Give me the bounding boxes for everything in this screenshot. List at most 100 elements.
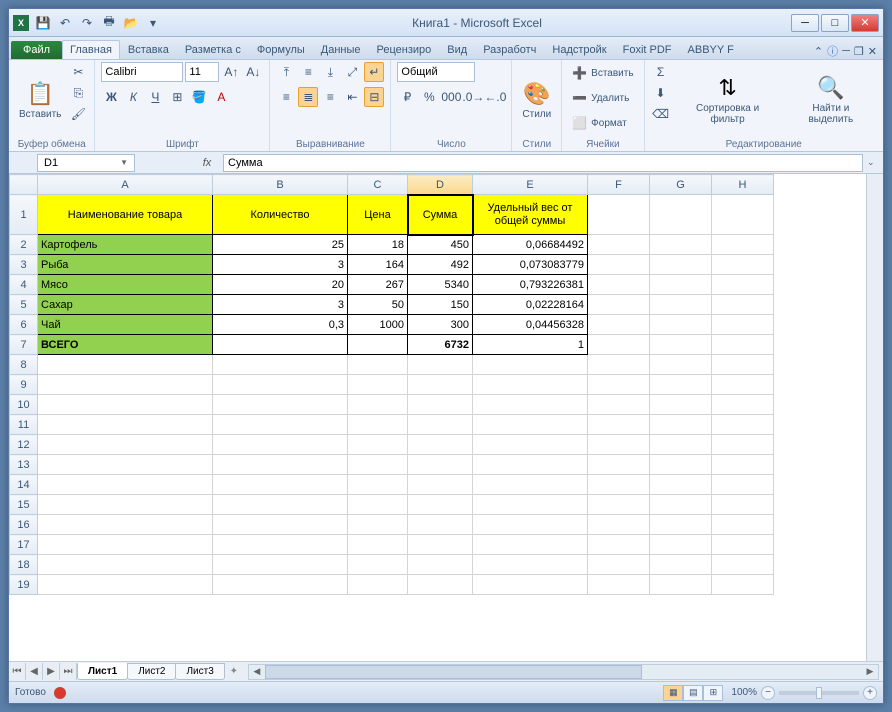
cell-G11[interactable] [650, 415, 712, 435]
cell-G3[interactable] [650, 255, 712, 275]
cell-H6[interactable] [712, 315, 774, 335]
cell-B2[interactable]: 25 [213, 235, 348, 255]
cell-D2[interactable]: 450 [408, 235, 473, 255]
decrease-indent-icon[interactable]: ⇤ [342, 87, 362, 107]
column-header-B[interactable]: B [213, 175, 348, 195]
help-icon[interactable]: ⓘ [827, 43, 838, 59]
cut-icon[interactable]: ✂ [68, 62, 88, 82]
cell-E1[interactable]: Удельный вес от общей суммы [473, 195, 588, 235]
orientation-icon[interactable]: ⤢ [342, 62, 362, 82]
sheet-nav-next-icon[interactable]: ▶ [43, 663, 60, 680]
cell-E13[interactable] [473, 455, 588, 475]
styles-button[interactable]: 🎨 Стили [518, 62, 555, 138]
minimize-ribbon-icon[interactable]: ⌃ [814, 45, 823, 58]
fill-icon[interactable]: ⬇ [651, 83, 671, 103]
cell-H2[interactable] [712, 235, 774, 255]
sheet-tab-Лист2[interactable]: Лист2 [127, 663, 176, 680]
bold-button[interactable]: Ж [101, 87, 121, 107]
row-header-15[interactable]: 15 [10, 495, 38, 515]
cell-A4[interactable]: Мясо [38, 275, 213, 295]
cell-B4[interactable]: 20 [213, 275, 348, 295]
cell-B9[interactable] [213, 375, 348, 395]
cell-A13[interactable] [38, 455, 213, 475]
cell-E18[interactable] [473, 555, 588, 575]
cell-F18[interactable] [588, 555, 650, 575]
cell-B1[interactable]: Количество [213, 195, 348, 235]
cell-B14[interactable] [213, 475, 348, 495]
find-select-button[interactable]: 🔍 Найти и выделить [785, 62, 877, 138]
cell-A6[interactable]: Чай [38, 315, 213, 335]
row-header-5[interactable]: 5 [10, 295, 38, 315]
cell-G13[interactable] [650, 455, 712, 475]
horizontal-scrollbar[interactable]: ◀ ▶ [248, 664, 879, 680]
cell-G12[interactable] [650, 435, 712, 455]
row-header-9[interactable]: 9 [10, 375, 38, 395]
row-header-3[interactable]: 3 [10, 255, 38, 275]
cell-C17[interactable] [348, 535, 408, 555]
cell-F12[interactable] [588, 435, 650, 455]
cell-E4[interactable]: 0,793226381 [473, 275, 588, 295]
cell-F10[interactable] [588, 395, 650, 415]
clear-icon[interactable]: ⌫ [651, 104, 671, 124]
cell-A8[interactable] [38, 355, 213, 375]
cell-B8[interactable] [213, 355, 348, 375]
cell-D13[interactable] [408, 455, 473, 475]
undo-icon[interactable]: ↶ [55, 13, 75, 33]
cell-E6[interactable]: 0,04456328 [473, 315, 588, 335]
open-icon[interactable]: 📂 [121, 13, 141, 33]
column-header-A[interactable]: A [38, 175, 213, 195]
cell-C3[interactable]: 164 [348, 255, 408, 275]
zoom-in-button[interactable]: + [863, 686, 877, 700]
cell-C2[interactable]: 18 [348, 235, 408, 255]
normal-view-button[interactable]: ▦ [663, 685, 683, 701]
cell-D6[interactable]: 300 [408, 315, 473, 335]
cell-G5[interactable] [650, 295, 712, 315]
group-label-styles[interactable]: Стили [518, 138, 555, 151]
cell-B7[interactable] [213, 335, 348, 355]
cell-B10[interactable] [213, 395, 348, 415]
tab-abbyy f[interactable]: ABBYY F [680, 40, 742, 59]
row-header-7[interactable]: 7 [10, 335, 38, 355]
cell-C14[interactable] [348, 475, 408, 495]
cell-H13[interactable] [712, 455, 774, 475]
cell-A15[interactable] [38, 495, 213, 515]
tab-формулы[interactable]: Формулы [249, 40, 313, 59]
macro-record-icon[interactable] [54, 687, 66, 699]
font-name-combo[interactable] [101, 62, 183, 82]
row-header-10[interactable]: 10 [10, 395, 38, 415]
cell-F14[interactable] [588, 475, 650, 495]
autosum-icon[interactable]: Σ [651, 62, 671, 82]
cell-C6[interactable]: 1000 [348, 315, 408, 335]
cell-D19[interactable] [408, 575, 473, 595]
cell-D14[interactable] [408, 475, 473, 495]
comma-icon[interactable]: 000 [441, 87, 461, 107]
cell-H5[interactable] [712, 295, 774, 315]
file-tab[interactable]: Файл [11, 41, 62, 59]
row-header-17[interactable]: 17 [10, 535, 38, 555]
cell-G17[interactable] [650, 535, 712, 555]
cell-C8[interactable] [348, 355, 408, 375]
copy-icon[interactable]: ⎘ [68, 83, 88, 103]
cell-F13[interactable] [588, 455, 650, 475]
sheet-tab-Лист3[interactable]: Лист3 [175, 663, 224, 680]
column-header-C[interactable]: C [348, 175, 408, 195]
cell-D10[interactable] [408, 395, 473, 415]
cell-H15[interactable] [712, 495, 774, 515]
row-header-13[interactable]: 13 [10, 455, 38, 475]
column-header-E[interactable]: E [473, 175, 588, 195]
cell-F2[interactable] [588, 235, 650, 255]
cell-G6[interactable] [650, 315, 712, 335]
cell-B12[interactable] [213, 435, 348, 455]
insert-cells-button[interactable]: ➕Вставить [568, 62, 637, 84]
cell-G16[interactable] [650, 515, 712, 535]
maximize-button[interactable]: □ [821, 14, 849, 32]
cell-D1[interactable]: Сумма [408, 195, 473, 235]
cell-G15[interactable] [650, 495, 712, 515]
cell-D9[interactable] [408, 375, 473, 395]
group-label-editing[interactable]: Редактирование [651, 138, 877, 151]
row-header-4[interactable]: 4 [10, 275, 38, 295]
cell-H1[interactable] [712, 195, 774, 235]
cell-H12[interactable] [712, 435, 774, 455]
page-layout-view-button[interactable]: ▤ [683, 685, 703, 701]
minimize-button[interactable]: ─ [791, 14, 819, 32]
